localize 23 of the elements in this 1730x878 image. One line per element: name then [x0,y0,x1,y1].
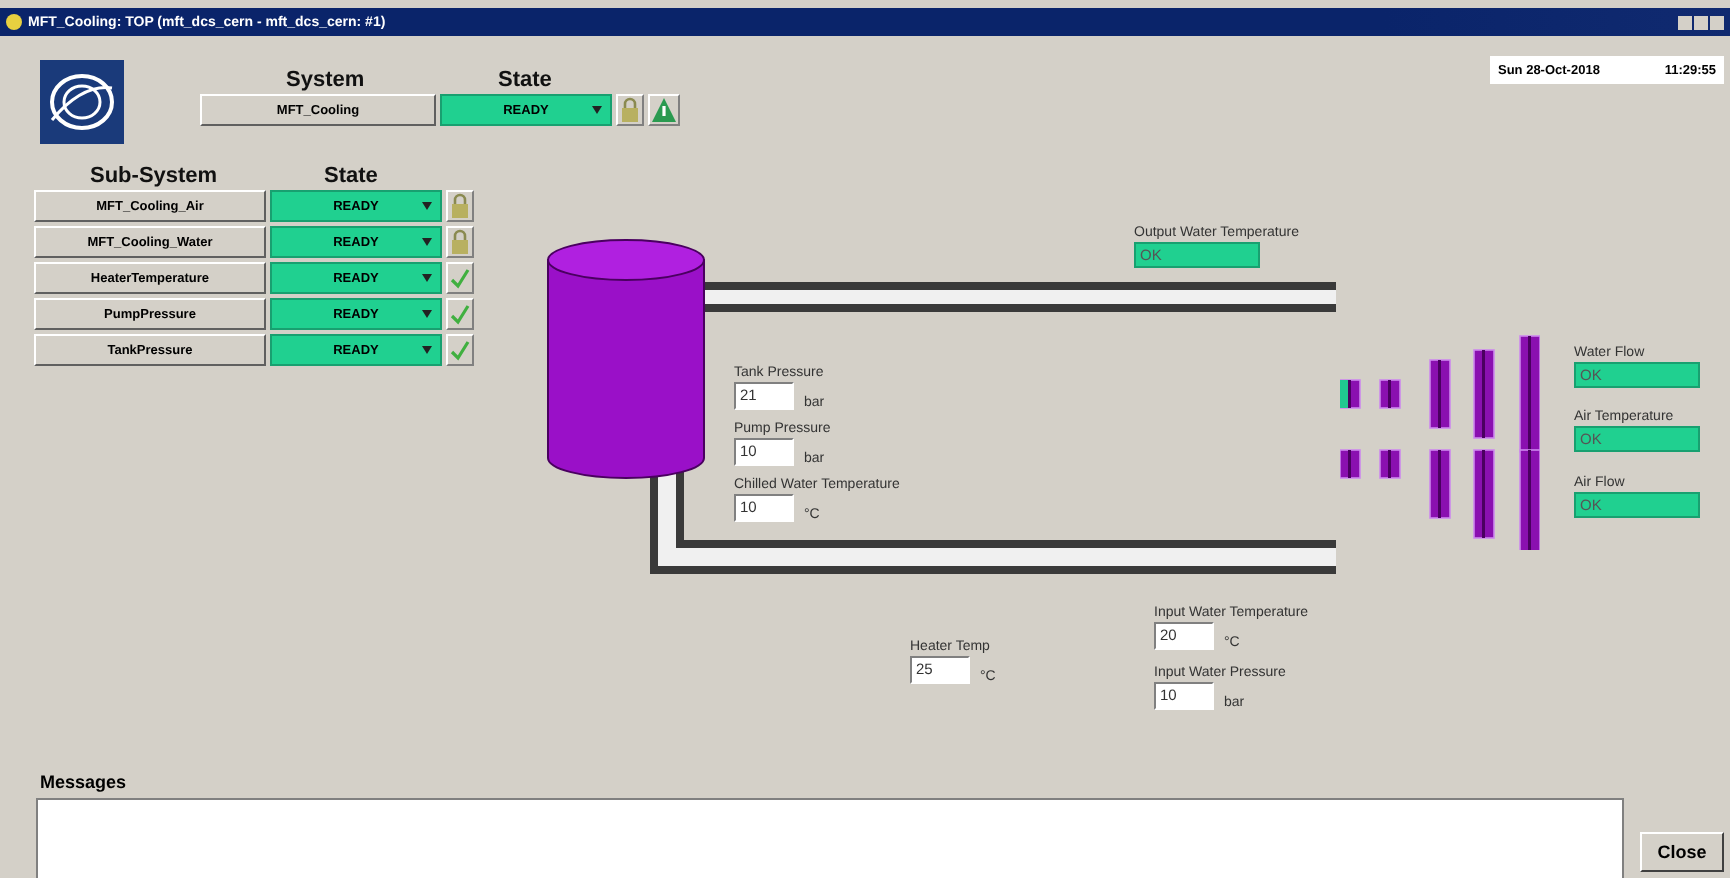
caret-icon [422,346,432,354]
app-icon [6,14,22,30]
caret-icon [422,274,432,282]
lock-icon[interactable] [446,190,474,222]
column-header: State [324,164,378,188]
caret-icon [422,310,432,318]
check-icon[interactable] [446,262,474,294]
lock-icon[interactable] [446,226,474,258]
check-icon[interactable] [446,298,474,330]
column-header: System [286,68,365,92]
messages-area[interactable] [36,798,1624,878]
logo-icon [40,60,124,144]
window-controls-icon[interactable] [1678,15,1724,29]
caret-icon [422,238,432,246]
check-icon[interactable] [446,334,474,366]
column-header: State [498,68,552,92]
close-button[interactable]: Close [1640,832,1724,872]
messages-label: Messages [40,772,127,792]
column-header: Sub-System [90,164,218,188]
caret-icon [422,202,432,210]
lock-icon[interactable] [616,94,644,126]
warning-icon[interactable] [648,94,680,126]
caret-icon [592,106,602,114]
